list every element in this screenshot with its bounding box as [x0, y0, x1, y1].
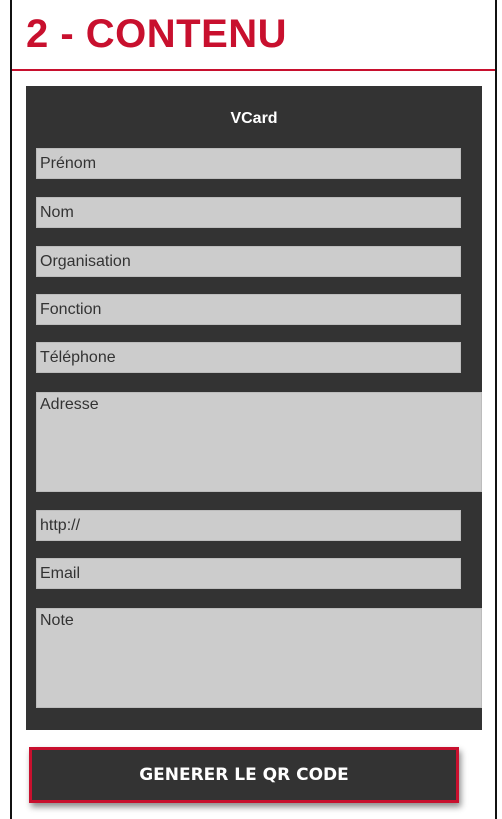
section-title: 2 - CONTENU: [26, 12, 288, 56]
organisation-input[interactable]: [36, 246, 461, 277]
vcard-form-panel: VCard: [26, 86, 482, 730]
vcard-title: VCard: [230, 110, 278, 127]
email-input[interactable]: [36, 558, 461, 589]
title-divider: [12, 69, 495, 71]
generate-qr-button[interactable]: GENERER LE QR CODE: [29, 747, 459, 803]
first-name-input[interactable]: [36, 148, 461, 179]
address-textarea[interactable]: [36, 392, 482, 492]
function-input[interactable]: [36, 294, 461, 325]
phone-input[interactable]: [36, 342, 461, 373]
website-input[interactable]: [36, 510, 461, 541]
content-frame: 2 - CONTENU VCard GENERER LE QR CODE: [10, 0, 497, 819]
note-textarea[interactable]: [36, 608, 482, 708]
last-name-input[interactable]: [36, 197, 461, 228]
